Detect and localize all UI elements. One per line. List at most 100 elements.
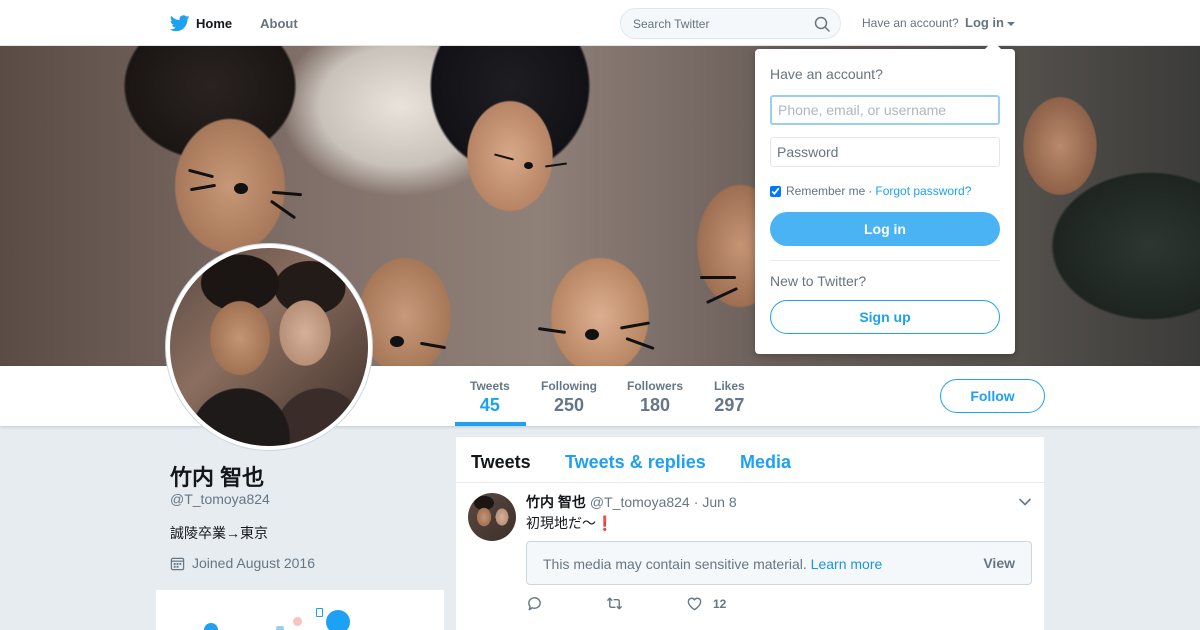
password-field[interactable]: [770, 137, 1000, 167]
tweet-actions: 12: [526, 595, 766, 612]
side-promo-card: [156, 590, 444, 630]
remember-me-checkbox[interactable]: [770, 185, 781, 197]
tweet-dot: ·: [693, 494, 699, 510]
learn-more-link[interactable]: Learn more: [811, 556, 883, 572]
top-nav: Home About Have an account? Log in: [0, 0, 1200, 46]
twitter-bird-icon: [170, 14, 190, 31]
like-count: 12: [713, 596, 727, 611]
banner-whisker: [494, 153, 514, 161]
nav-home[interactable]: Home: [170, 14, 233, 32]
tab-media[interactable]: Media: [740, 452, 791, 473]
banner-whisker: [419, 341, 447, 350]
nav-about-label: About: [260, 15, 298, 31]
retweet-action[interactable]: [606, 595, 686, 612]
banner-whisker: [619, 321, 651, 330]
heart-icon: [687, 597, 702, 611]
calendar-icon: [170, 557, 185, 570]
tweet-text-body: 初現地だ〜: [526, 515, 596, 531]
have-account-text: Have an account?: [862, 16, 959, 30]
login-dropdown: Have an account? Remember me · Forgot pa…: [755, 41, 1015, 354]
timeline-tabs: Tweets Tweets & replies Media: [456, 437, 1044, 483]
chevron-down-icon[interactable]: [1018, 495, 1032, 509]
tweet-avatar[interactable]: [468, 493, 516, 541]
signup-button[interactable]: Sign up: [770, 300, 1000, 334]
follow-button[interactable]: Follow: [940, 379, 1045, 413]
search-box: [620, 8, 841, 39]
login-toggle-label: Log in: [965, 15, 1004, 30]
dropdown-title: Have an account?: [770, 66, 883, 82]
tweet-author-handle[interactable]: @T_tomoya824: [590, 494, 690, 510]
banner-whisker: [625, 336, 655, 351]
profile-avatar[interactable]: [165, 243, 373, 451]
profile-bio: 誠陵卒業→東京: [170, 525, 268, 541]
banner-nose-4: [390, 336, 404, 347]
tweet-author-name[interactable]: 竹内 智也: [526, 492, 586, 512]
sensitive-message: This media may contain sensitive materia…: [543, 556, 882, 572]
reply-icon: [528, 597, 541, 611]
tweet-header: 竹内 智也 @T_tomoya824 · Jun 8: [526, 492, 737, 512]
avatar-image: [170, 248, 368, 446]
stat-followers-value: 180: [639, 395, 671, 415]
stat-following[interactable]: Following 250: [541, 379, 597, 416]
profile-name[interactable]: 竹内 智也: [170, 460, 264, 492]
active-stat-underline: [455, 422, 526, 426]
tweet-date[interactable]: Jun 8: [702, 494, 736, 510]
decor-dot: [276, 626, 284, 630]
banner-whisker: [544, 162, 568, 168]
nav-home-label: Home: [196, 15, 233, 31]
search-input[interactable]: [621, 9, 801, 38]
stat-following-value: 250: [553, 395, 585, 415]
new-to-twitter-text: New to Twitter?: [770, 273, 867, 289]
stat-followers-label: Followers: [627, 379, 684, 393]
banner-whisker: [705, 286, 739, 305]
stat-tweets-label: Tweets: [470, 379, 510, 393]
tab-tweets[interactable]: Tweets: [471, 452, 531, 473]
profile-joined: Joined August 2016: [170, 555, 315, 571]
forgot-password-link[interactable]: Forgot password?: [875, 184, 971, 198]
decor-dot: [326, 610, 350, 630]
decor-dot: [293, 617, 302, 626]
nav-about[interactable]: About: [260, 16, 298, 31]
dropdown-divider: [770, 260, 1000, 261]
banner-whisker: [269, 199, 297, 220]
stat-following-label: Following: [541, 379, 597, 393]
stat-tweets[interactable]: Tweets 45: [470, 379, 510, 416]
banner-nose-1: [234, 183, 248, 194]
sensitive-message-text: This media may contain sensitive materia…: [543, 556, 807, 572]
caret-down-icon: [1007, 21, 1015, 26]
stat-tweets-value: 45: [479, 395, 500, 415]
decor-dot: [316, 608, 323, 617]
banner-nose-3: [585, 329, 599, 340]
login-dropdown-toggle[interactable]: Log in: [965, 15, 1015, 30]
banner-whisker: [188, 168, 214, 179]
banner-whisker: [700, 276, 736, 279]
joined-label: Joined August 2016: [192, 555, 315, 571]
tweet-item[interactable]: 竹内 智也 @T_tomoya824 · Jun 8 初現地だ〜❗ This m…: [456, 483, 1044, 630]
stat-followers[interactable]: Followers 180: [627, 379, 683, 416]
banner-whisker: [537, 327, 567, 334]
reply-action[interactable]: [526, 595, 606, 612]
banner-nose-2: [524, 162, 533, 169]
search-icon[interactable]: [814, 16, 830, 32]
remember-row: Remember me · Forgot password?: [770, 184, 971, 198]
decor-dot: [204, 623, 218, 630]
profile-handle[interactable]: @T_tomoya824: [170, 491, 270, 507]
stat-likes-value: 297: [714, 395, 745, 415]
banner-whisker: [189, 183, 217, 192]
view-media-button[interactable]: View: [983, 555, 1015, 571]
remember-separator: ·: [868, 184, 873, 198]
timeline: Tweets Tweets & replies Media 竹内 智也 @T_t…: [456, 437, 1044, 630]
username-field[interactable]: [770, 95, 1000, 125]
stat-likes-label: Likes: [714, 379, 745, 393]
login-button[interactable]: Log in: [770, 212, 1000, 246]
exclamation-emoji: ❗: [596, 515, 614, 531]
remember-me-label[interactable]: Remember me: [786, 184, 865, 198]
nav-left: Home About: [170, 0, 326, 46]
sensitive-media-notice: This media may contain sensitive materia…: [526, 541, 1032, 585]
retweet-icon: [606, 597, 623, 610]
tab-tweets-replies[interactable]: Tweets & replies: [565, 452, 706, 473]
banner-whisker: [271, 190, 303, 197]
tweet-text: 初現地だ〜❗: [526, 513, 613, 533]
stat-likes[interactable]: Likes 297: [714, 379, 745, 416]
like-action[interactable]: 12: [686, 595, 766, 612]
